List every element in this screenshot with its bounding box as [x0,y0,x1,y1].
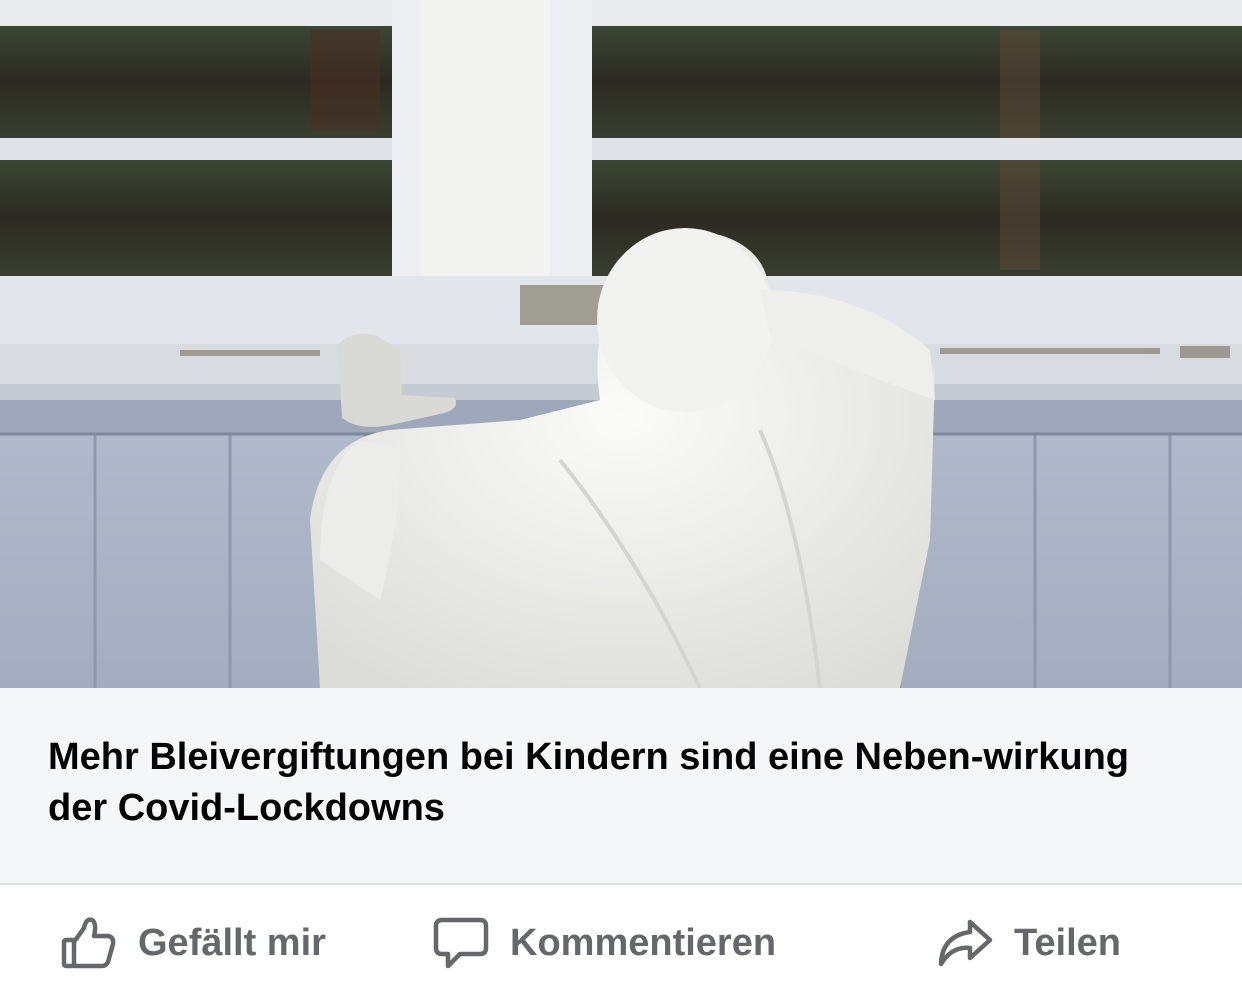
thumbs-up-icon [60,914,118,972]
comment-button[interactable]: Kommentieren [432,913,776,973]
link-preview-caption[interactable]: Mehr Bleivergiftungen bei Kindern sind e… [0,688,1242,885]
link-preview-title[interactable]: Mehr Bleivergiftungen bei Kindern sind e… [48,732,1198,834]
share-label: Teilen [1014,921,1121,964]
like-button[interactable]: Gefällt mir [60,913,326,973]
hazmat-window-photo [0,0,1242,688]
like-label: Gefällt mir [138,921,326,964]
post-card: Mehr Bleivergiftungen bei Kindern sind e… [0,0,1242,1004]
link-preview-image[interactable] [0,0,1242,688]
post-action-bar: Gefällt mir Kommentieren Teilen [0,887,1242,1004]
comment-bubble-icon [432,914,490,972]
share-button[interactable]: Teilen [936,913,1121,973]
comment-label: Kommentieren [510,921,777,964]
share-arrow-icon [936,914,994,972]
